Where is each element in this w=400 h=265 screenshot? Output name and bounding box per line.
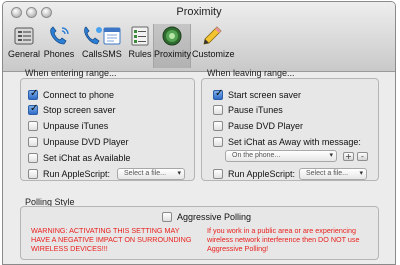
interference-note: If you work in a public area or are expe… <box>207 226 360 253</box>
toolbar-label: SMS <box>102 49 122 59</box>
entering-option-ichat-available[interactable]: Set iChat as Available <box>28 152 130 164</box>
warning-text: WARNING: ACTIVATING THIS SETTING MAY HAV… <box>31 226 192 253</box>
entering-option-stop-screensaver[interactable]: Stop screen saver <box>28 103 116 116</box>
ichat-away-checkbox[interactable] <box>213 137 223 147</box>
entering-option-applescript[interactable]: Run AppleScript: <box>28 168 110 180</box>
toolbar-label: Customize <box>192 49 235 59</box>
proximity-icon <box>162 26 182 46</box>
unpause-itunes-checkbox[interactable] <box>28 121 38 131</box>
toolbar-general[interactable]: General <box>7 24 41 68</box>
connect-checkbox[interactable] <box>28 88 38 100</box>
chevron-down-icon: ▾ <box>177 170 181 177</box>
phone-icon <box>50 26 69 45</box>
aggressive-polling-checkbox[interactable] <box>162 212 172 222</box>
window-title: Proximity <box>176 6 222 18</box>
pencil-icon <box>203 26 222 45</box>
leaving-applescript-file-select[interactable]: Select a file... ▾ <box>299 168 367 180</box>
option-label: Run AppleScript: <box>228 169 296 179</box>
leaving-option-start-screensaver[interactable]: Start screen saver <box>213 88 302 101</box>
general-icon <box>14 27 34 45</box>
option-label: Start screen saver <box>228 90 302 100</box>
aggressive-polling-option[interactable]: Aggressive Polling <box>162 211 251 223</box>
option-label: Pause iTunes <box>228 105 283 115</box>
select-value: On the phone... <box>232 152 281 159</box>
add-message-button[interactable]: + <box>343 152 354 161</box>
leaving-option-pause-dvd[interactable]: Pause DVD Player <box>213 120 303 132</box>
rules-icon <box>131 26 149 46</box>
leaving-title: When leaving range... <box>207 68 295 78</box>
toolbar-customize[interactable]: Customize <box>192 24 235 68</box>
toolbar-label: Rules <box>128 49 152 59</box>
option-label: Set iChat as Available <box>43 153 131 163</box>
stop-screensaver-checkbox[interactable] <box>28 103 38 115</box>
option-label: Run AppleScript: <box>43 169 111 179</box>
toolbar-label: General <box>7 49 41 59</box>
entering-applescript-file-select[interactable]: Select a file... ▾ <box>117 168 185 180</box>
title-toolbar: Proximity General Phones Calls SMS Rules… <box>3 2 395 72</box>
pause-itunes-checkbox[interactable] <box>213 105 223 115</box>
option-label: Unpause DVD Player <box>43 137 129 147</box>
unpause-dvd-checkbox[interactable] <box>28 137 38 147</box>
select-value: Select a file... <box>124 170 167 177</box>
option-label: Unpause iTunes <box>43 121 109 131</box>
entering-option-connect[interactable]: Connect to phone <box>28 88 115 101</box>
option-label: Connect to phone <box>43 90 115 100</box>
sms-icon <box>103 27 121 45</box>
pause-dvd-checkbox[interactable] <box>213 121 223 131</box>
leaving-applescript-checkbox[interactable] <box>213 169 223 179</box>
toolbar-phones[interactable]: Phones <box>42 24 76 68</box>
leaving-option-applescript[interactable]: Run AppleScript: <box>213 168 295 180</box>
leaving-option-ichat-away[interactable]: Set iChat as Away with message: <box>213 136 361 148</box>
select-value: Select a file... <box>306 170 349 177</box>
preferences-window: Proximity General Phones Calls SMS Rules… <box>2 1 396 265</box>
entering-title: When entering range... <box>25 68 117 78</box>
start-screensaver-checkbox[interactable] <box>213 88 223 100</box>
entering-applescript-checkbox[interactable] <box>28 169 38 179</box>
toolbar-sms[interactable]: SMS <box>98 24 126 68</box>
option-label: Aggressive Polling <box>177 212 252 222</box>
away-message-select[interactable]: On the phone... ▾ <box>225 150 337 162</box>
toolbar-rules[interactable]: Rules <box>126 24 154 68</box>
chevron-down-icon: ▾ <box>359 170 363 177</box>
entering-option-unpause-itunes[interactable]: Unpause iTunes <box>28 120 108 132</box>
toolbar-label: Proximity <box>154 49 192 59</box>
option-label: Set iChat as Away with message: <box>228 137 361 147</box>
remove-message-button[interactable]: - <box>357 152 368 161</box>
toolbar-label: Phones <box>43 49 75 59</box>
entering-option-unpause-dvd[interactable]: Unpause DVD Player <box>28 136 129 148</box>
toolbar-proximity[interactable]: Proximity <box>153 24 191 68</box>
leaving-option-pause-itunes[interactable]: Pause iTunes <box>213 104 283 116</box>
option-label: Pause DVD Player <box>228 121 304 131</box>
ichat-available-checkbox[interactable] <box>28 153 38 163</box>
chevron-down-icon: ▾ <box>329 152 333 159</box>
option-label: Stop screen saver <box>43 105 116 115</box>
